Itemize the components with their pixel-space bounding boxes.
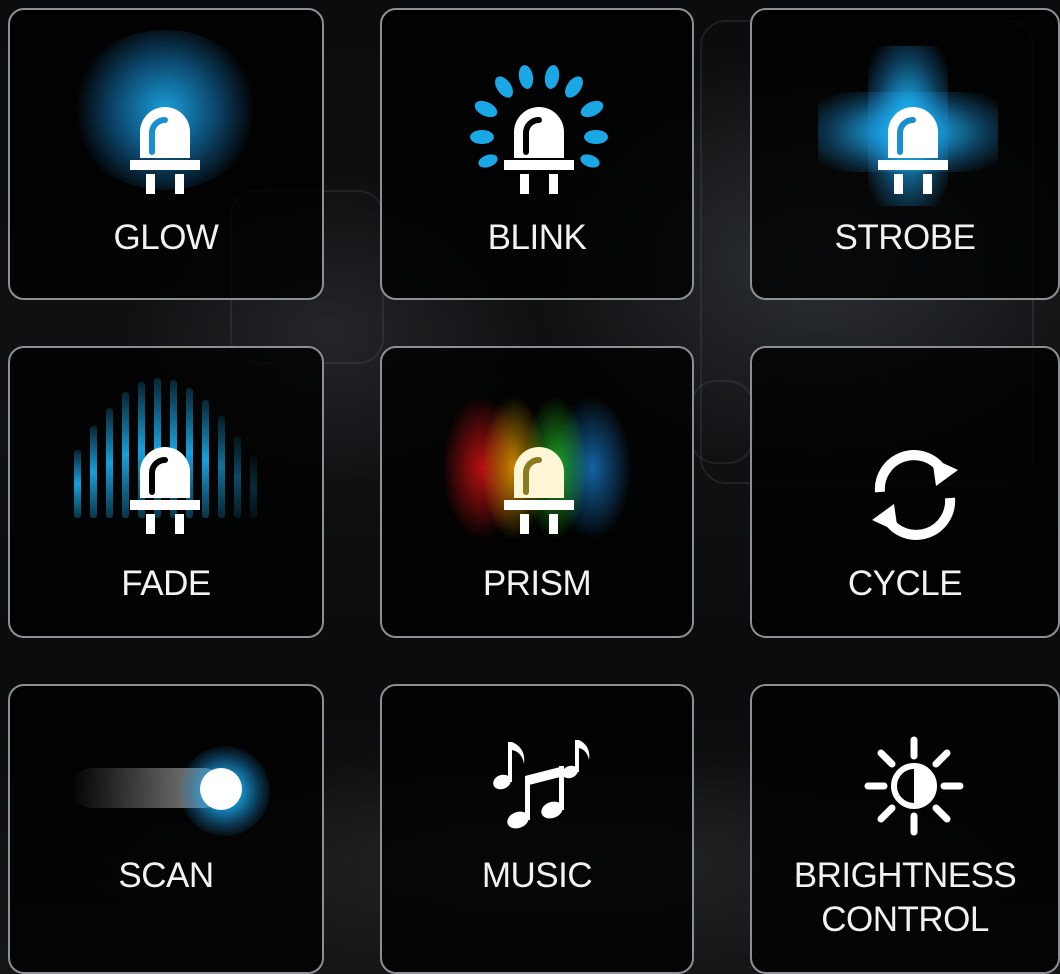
led-bulb-glow-icon xyxy=(130,107,200,194)
mode-tile-brightness-control[interactable]: BRIGHTNESS CONTROL xyxy=(750,684,1060,974)
mode-label: MUSIC xyxy=(481,856,593,895)
music-notes-icon xyxy=(493,740,590,829)
mode-tile-music[interactable]: MUSIC xyxy=(380,684,694,974)
mode-label: FADE xyxy=(121,564,211,603)
mode-tile-scan[interactable]: SCAN xyxy=(8,684,324,974)
led-bulb-strobe-icon xyxy=(878,107,948,194)
mode-label: CYCLE xyxy=(847,564,963,603)
mode-tile-fade[interactable]: FADE xyxy=(8,346,324,638)
mode-tile-prism[interactable]: PRISM xyxy=(380,346,694,638)
cycle-arrows-icon xyxy=(872,450,958,540)
mode-tile-strobe[interactable]: STROBE xyxy=(750,8,1060,300)
mode-label: SCAN xyxy=(118,856,214,895)
mode-label: PRISM xyxy=(482,564,592,603)
mode-label: CONTROL xyxy=(821,900,989,939)
brightness-sun-icon xyxy=(864,736,964,836)
scan-dot-icon xyxy=(200,768,242,810)
mode-tile-cycle[interactable]: CYCLE xyxy=(750,346,1060,638)
led-bulb-blink-icon xyxy=(504,107,574,194)
mode-label: BRIGHTNESS xyxy=(793,856,1017,895)
led-bulb-fade-icon xyxy=(130,447,200,534)
led-bulb-prism-icon xyxy=(504,447,574,534)
mode-label: BLINK xyxy=(487,218,587,257)
mode-grid: GLOW BLINK STROBE FADE PRISM CYCLE SCAN … xyxy=(0,0,1060,974)
mode-tile-glow[interactable]: GLOW xyxy=(8,8,324,300)
mode-tile-blink[interactable]: BLINK xyxy=(380,8,694,300)
mode-label: STROBE xyxy=(834,218,976,257)
mode-label: GLOW xyxy=(113,218,219,257)
